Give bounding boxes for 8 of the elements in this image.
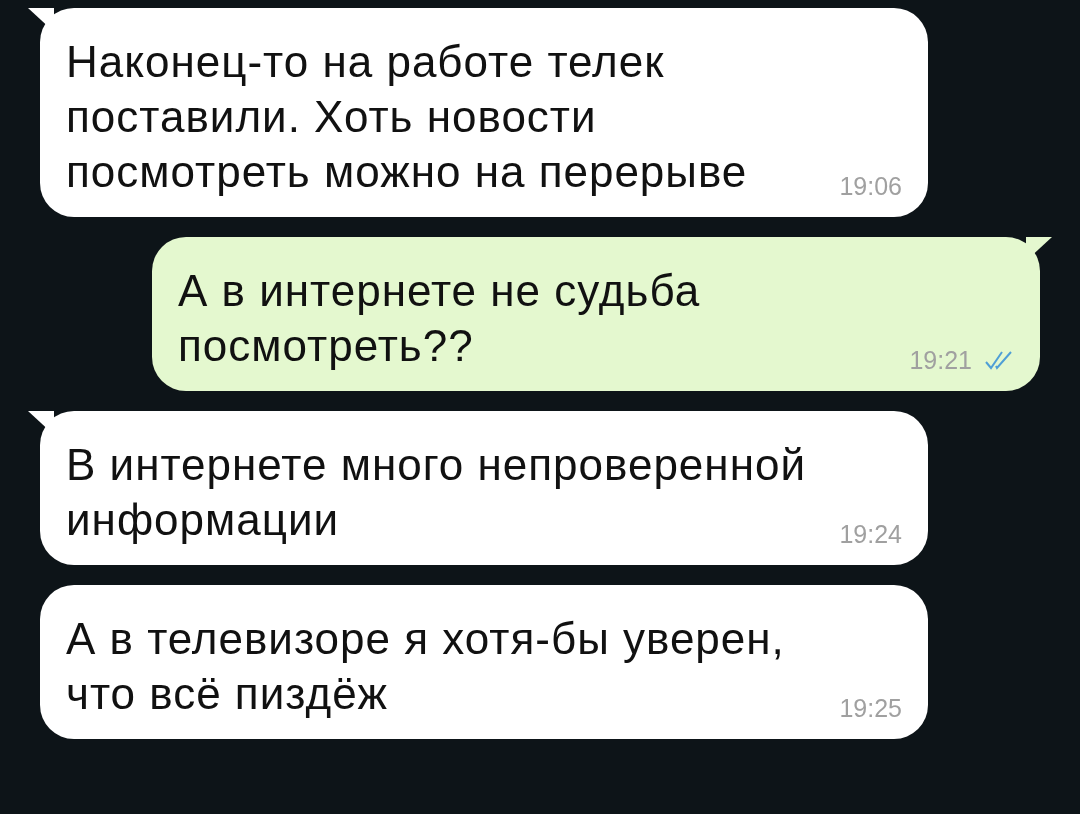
message-text: А в телевизоре я хотя-бы уверен, что всё пиздёж: [66, 614, 785, 718]
message-time: 19:25: [839, 692, 902, 724]
message-text: А в интернете не судьба посмотреть??: [178, 266, 701, 370]
message-text: Наконец-то на работе телек поставили. Хоть новости посмотреть можно на перерыве: [66, 37, 748, 196]
message-text: В интернете много непроверенной информации: [66, 440, 806, 544]
message-time: 19:24: [839, 518, 902, 550]
message-time: 19:21: [909, 344, 972, 376]
message-time: 19:06: [839, 170, 902, 202]
